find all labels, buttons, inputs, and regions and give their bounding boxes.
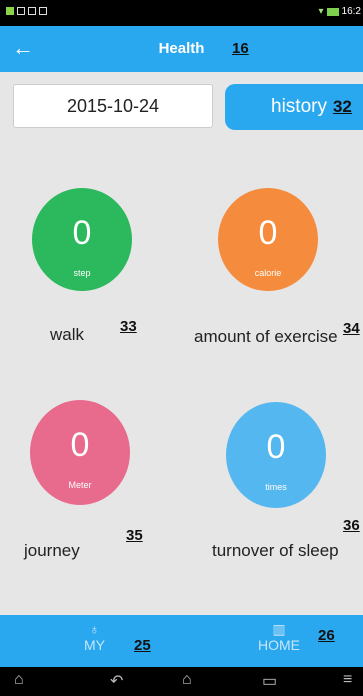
date-selector[interactable]: 2015-10-24: [13, 84, 213, 128]
app-bar: ← Health 16: [0, 26, 363, 72]
exercise-value: 0: [258, 214, 278, 252]
nav-home-annotation: 26: [318, 627, 335, 644]
exercise-circle[interactable]: 0 calorie: [218, 188, 318, 291]
system-recents-icon[interactable]: ▭: [262, 671, 277, 691]
system-house-icon[interactable]: ⌂: [182, 671, 192, 689]
exercise-annotation: 34: [343, 320, 360, 337]
system-back-icon[interactable]: ↶: [110, 671, 123, 691]
nav-my-label: MY: [84, 637, 105, 653]
wifi-icon: ▾: [318, 6, 324, 17]
bottom-nav: ♁ MY 25 ▥ HOME 26: [0, 615, 363, 667]
sleep-unit: times: [265, 482, 287, 492]
sleep-label: turnover of sleep: [212, 541, 339, 560]
android-icon: [39, 7, 47, 15]
usb-icon: [28, 7, 36, 15]
history-button[interactable]: history 32: [225, 84, 363, 130]
history-annotation: 32: [332, 97, 352, 116]
walk-label: walk: [50, 325, 85, 344]
person-icon: ♁: [89, 621, 100, 637]
nav-my-annotation: 25: [134, 637, 151, 654]
home-book-icon: ▥: [272, 621, 286, 637]
system-home-icon[interactable]: ⌂: [14, 671, 24, 689]
exercise-label: amount of exercise: [194, 327, 338, 346]
sleep-circle[interactable]: 0 times: [226, 402, 326, 508]
walk-circle[interactable]: 0 step: [32, 188, 132, 291]
page-title: Health: [158, 40, 205, 57]
journey-circle[interactable]: 0 Meter: [30, 400, 130, 505]
nav-home[interactable]: ▥ HOME: [258, 621, 300, 653]
nav-my[interactable]: ♁ MY: [84, 621, 105, 653]
system-nav-bar: ⌂ ↶ ⌂ ▭ ≡: [0, 667, 363, 696]
battery-icon: [326, 7, 339, 16]
walk-annotation: 33: [120, 318, 137, 335]
date-tabs: 2015-10-24 history 32: [13, 84, 363, 130]
notification-icons: [6, 7, 47, 15]
journey-unit: Meter: [68, 480, 92, 490]
walk-value: 0: [72, 214, 92, 252]
status-time: 16:2: [341, 6, 361, 17]
sleep-annotation: 36: [343, 517, 360, 534]
system-menu-icon[interactable]: ≡: [343, 671, 352, 689]
sleep-value: 0: [266, 428, 286, 466]
nav-home-label: HOME: [258, 637, 300, 653]
journey-label: journey: [24, 541, 80, 560]
exercise-unit: calorie: [254, 268, 282, 278]
history-label: history: [271, 96, 327, 117]
title-annotation: 16: [232, 40, 249, 57]
journey-annotation: 35: [126, 527, 143, 544]
message-icon: [17, 7, 25, 15]
walk-unit: step: [73, 268, 91, 278]
date-value: 2015-10-24: [66, 95, 160, 116]
journey-value: 0: [70, 426, 90, 464]
status-bar: ▾ 16:2: [0, 0, 363, 26]
sim-icon: [6, 7, 14, 15]
